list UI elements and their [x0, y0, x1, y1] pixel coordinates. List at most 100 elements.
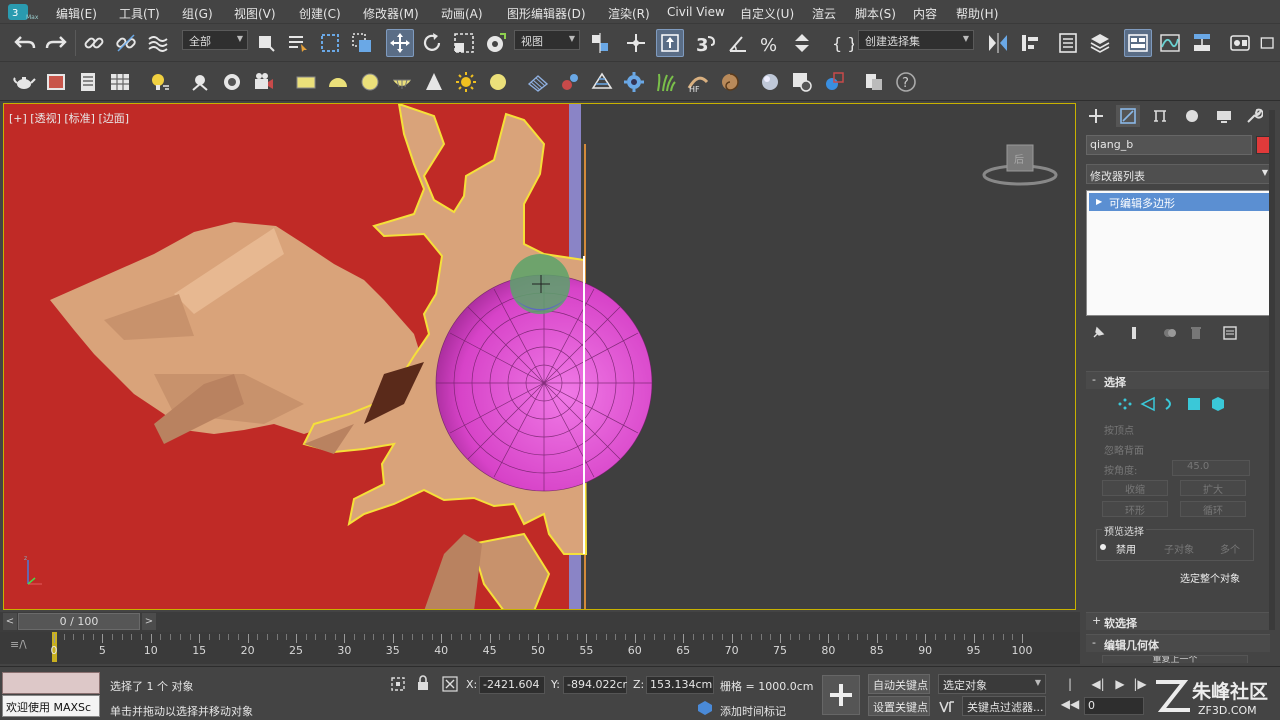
modify-tab-icon[interactable] — [1116, 105, 1140, 127]
app-logo-icon[interactable]: 3 Max — [6, 2, 42, 22]
by-vertex-checkbox-label[interactable]: 按顶点 — [1104, 422, 1134, 437]
spinner-snap-icon[interactable] — [788, 29, 816, 57]
curve-editor-icon[interactable] — [1156, 29, 1184, 57]
set-key-button[interactable]: 设置关键点 — [868, 696, 930, 716]
angle-snap-icon[interactable] — [724, 29, 752, 57]
preview-multi-label[interactable]: 多个 — [1220, 541, 1240, 556]
key-filters-button[interactable]: 关键点过滤器... — [962, 696, 1046, 716]
render-frame-icon[interactable] — [42, 68, 70, 96]
dynamics-icon[interactable] — [556, 68, 584, 96]
subobject-level-icons[interactable] — [1116, 395, 1224, 413]
cone-primitive-icon[interactable] — [420, 68, 448, 96]
percent-snap-icon[interactable]: % — [756, 29, 784, 57]
material-browser-icon[interactable] — [788, 68, 816, 96]
menu-modifiers[interactable]: 修改器(M) — [363, 5, 419, 22]
named-selection-select[interactable]: 创建选择集 ▼ — [858, 30, 974, 50]
light-bulb-icon[interactable] — [146, 68, 174, 96]
geosphere-primitive-icon[interactable] — [388, 68, 416, 96]
shrink-button[interactable]: 收缩 — [1102, 480, 1168, 496]
time-slider-next-button[interactable]: > — [142, 613, 156, 630]
bind-space-warp-icon[interactable] — [144, 29, 172, 57]
menu-tools[interactable]: 工具(T) — [119, 5, 160, 22]
selection-rollout-header[interactable]: - 选择 — [1086, 371, 1270, 389]
batch-render-icon[interactable] — [860, 68, 888, 96]
material-sphere-icon[interactable] — [756, 68, 784, 96]
time-tag-icon[interactable] — [697, 700, 713, 716]
undo-icon[interactable] — [11, 29, 39, 57]
modifier-stack[interactable]: ▶ 可编辑多边形 — [1086, 190, 1274, 316]
align-icon[interactable] — [1016, 29, 1044, 57]
teapot-icon[interactable] — [10, 68, 38, 96]
pivot-center-icon[interactable] — [586, 29, 614, 57]
render-setup-icon[interactable] — [1258, 29, 1278, 57]
time-slider-prev-button[interactable]: < — [3, 613, 17, 630]
remove-modifier-trash-icon[interactable] — [1188, 325, 1204, 341]
menu-render-cloud[interactable]: 渲云 — [812, 5, 836, 22]
hemisphere-primitive-icon[interactable] — [324, 68, 352, 96]
by-angle-spinner[interactable]: 45.0 — [1172, 460, 1250, 476]
selection-lock-icon[interactable] — [416, 675, 430, 691]
z-coord-field[interactable]: 153.134cm — [646, 676, 714, 694]
preview-off-label[interactable]: 禁用 — [1116, 541, 1136, 556]
go-to-start-icon[interactable]: |◀◀ — [1060, 674, 1080, 711]
show-end-result-icon[interactable] — [1126, 325, 1142, 341]
material-map-icon[interactable] — [820, 68, 848, 96]
menu-graph-editors[interactable]: 图形编辑器(D) — [507, 5, 586, 22]
viewcube-icon[interactable]: 后 — [980, 139, 1060, 189]
preview-subobject-label[interactable]: 子对象 — [1164, 541, 1194, 556]
select-and-move-icon[interactable] — [386, 29, 414, 57]
select-whole-object-button[interactable]: 选定整个对象 — [1180, 570, 1240, 585]
camera-rig-icon[interactable] — [186, 68, 214, 96]
play-icon[interactable]: ▶ — [1110, 674, 1130, 694]
grow-button[interactable]: 扩大 — [1180, 480, 1246, 496]
auto-key-button[interactable]: 自动关键点 — [868, 674, 930, 694]
render-settings-icon[interactable] — [74, 68, 102, 96]
snaps-toggle-icon[interactable]: 3 — [692, 29, 720, 57]
absolute-mode-icon[interactable] — [442, 676, 458, 692]
hair-fur-icon[interactable]: HF — [684, 68, 712, 96]
object-name-field[interactable]: qiang_b — [1086, 135, 1252, 155]
help-icon[interactable]: ? — [892, 68, 920, 96]
schematic-view-icon[interactable] — [1188, 29, 1216, 57]
repeat-last-button[interactable]: 重复上一个 — [1102, 655, 1248, 663]
menu-content[interactable]: 内容 — [913, 5, 937, 22]
select-object-icon[interactable] — [252, 29, 280, 57]
material-editor-icon[interactable] — [1226, 29, 1254, 57]
mini-curve-editor-icon[interactable]: ≡/\ — [10, 638, 27, 651]
add-time-tag-text[interactable]: 添加时间标记 — [720, 703, 786, 719]
rect-selection-region-icon[interactable] — [316, 29, 344, 57]
cloth-icon[interactable] — [588, 68, 616, 96]
by-angle-checkbox-label[interactable]: 按角度: — [1104, 462, 1137, 477]
previous-frame-icon[interactable]: ◀| — [1088, 674, 1108, 694]
scene-geometry[interactable] — [4, 104, 1076, 610]
selection-filter-select[interactable]: 全部 ▼ — [182, 30, 248, 50]
x-coord-field[interactable]: -2421.604 — [479, 676, 545, 694]
select-and-place-icon[interactable] — [482, 29, 510, 57]
current-frame-field[interactable]: 0 — [1084, 697, 1144, 715]
render-table-icon[interactable] — [106, 68, 134, 96]
select-manipulate-icon[interactable] — [622, 29, 650, 57]
display-tab-icon[interactable] — [1212, 105, 1236, 127]
track-bar[interactable]: ≡/\ 0 5 10 15 20 25 30 35 40 45 50 55 60 65 70 75 80 85 90… — [0, 632, 1080, 664]
menu-edit[interactable]: 编辑(E) — [56, 5, 97, 22]
redo-icon[interactable] — [42, 29, 70, 57]
menu-scripting[interactable]: 脚本(S) — [855, 5, 896, 22]
command-panel-scrollbar[interactable] — [1269, 110, 1275, 630]
create-tab-plus-icon[interactable] — [1084, 105, 1108, 127]
menu-help[interactable]: 帮助(H) — [956, 5, 998, 22]
viewport-label[interactable]: [+] [透视] [标准] [边面] — [9, 110, 129, 126]
sun-light-icon[interactable] — [452, 68, 480, 96]
pin-stack-icon[interactable] — [1090, 325, 1106, 341]
utilities-wrench-icon[interactable] — [1242, 105, 1266, 127]
mirror-icon[interactable] — [984, 29, 1012, 57]
menu-rendering[interactable]: 渲染(R) — [608, 5, 650, 22]
isolate-selection-icon[interactable] — [390, 676, 406, 692]
preview-off-radio[interactable] — [1100, 544, 1106, 550]
sky-dome-icon[interactable] — [484, 68, 512, 96]
layer-explorer-icon[interactable] — [1086, 29, 1114, 57]
video-camera-icon[interactable] — [250, 68, 278, 96]
particle-grid-icon[interactable] — [524, 68, 552, 96]
y-coord-field[interactable]: -894.022cr — [563, 676, 627, 694]
motion-tab-icon[interactable] — [1180, 105, 1204, 127]
window-crossing-icon[interactable] — [348, 29, 376, 57]
